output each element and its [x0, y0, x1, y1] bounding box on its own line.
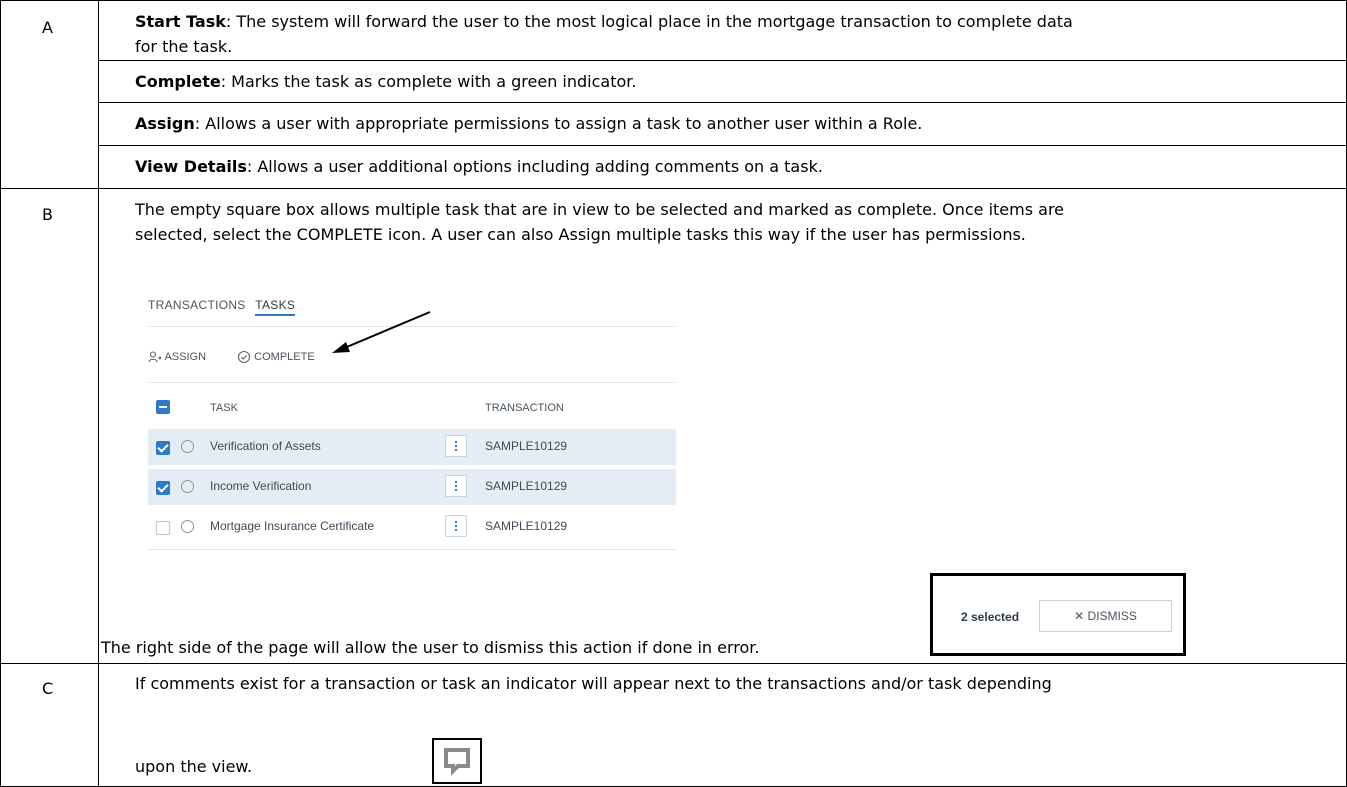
complete-description: Complete: Marks the task as complete wit…: [135, 69, 636, 94]
row-letter-a: A: [42, 18, 53, 37]
task-name[interactable]: Income Verification: [210, 479, 311, 493]
row-checkbox[interactable]: [156, 521, 170, 535]
column-divider: [98, 0, 99, 787]
row-c-line-1: If comments exist for a transaction or t…: [135, 674, 1052, 693]
row-a-sep-1: [98, 60, 1346, 61]
dismiss-label: DISMISS: [1087, 609, 1137, 623]
row-checkbox[interactable]: [156, 481, 170, 495]
selected-count: 2 selected: [961, 610, 1020, 624]
dismiss-button[interactable]: ✕ DISMISS: [1039, 600, 1172, 632]
row-a-sep-3: [98, 145, 1346, 146]
row-c-line-2: upon the view.: [135, 757, 253, 776]
close-icon: ✕: [1074, 609, 1085, 623]
row-divider-bc: [0, 663, 1346, 664]
table-row[interactable]: Mortgage Insurance Certificate SAMPLE101…: [148, 509, 676, 545]
table-border-top: [0, 0, 1346, 1]
more-options-icon[interactable]: [445, 475, 467, 497]
view-details-description: View Details: Allows a user additional o…: [135, 154, 823, 179]
complete-button[interactable]: COMPLETE: [237, 350, 329, 364]
status-circle-icon[interactable]: [181, 520, 194, 533]
assign-description: Assign: Allows a user with appropriate p…: [135, 111, 922, 136]
check-circle-icon: [238, 350, 251, 364]
view-details-text: : Allows a user additional options inclu…: [246, 157, 823, 176]
row-b-line-2: selected, select the COMPLETE icon. A us…: [135, 225, 1026, 244]
status-circle-icon[interactable]: [181, 480, 194, 493]
comment-icon: [444, 748, 470, 776]
document-table: A Start Task: The system will forward th…: [0, 0, 1347, 787]
transaction-id[interactable]: SAMPLE10129: [485, 439, 567, 453]
row-a-sep-2: [98, 102, 1346, 103]
column-header-transaction: TRANSACTION: [485, 402, 564, 414]
more-options-icon[interactable]: [445, 515, 467, 537]
table-bottom-separator: [148, 549, 676, 550]
task-name[interactable]: Mortgage Insurance Certificate: [210, 519, 374, 533]
transaction-id[interactable]: SAMPLE10129: [485, 519, 567, 533]
assign-button[interactable]: ASSIGN: [148, 351, 223, 363]
row-b-line-1: The empty square box allows multiple tas…: [135, 200, 1065, 219]
assign-icon: [148, 351, 162, 363]
row-divider-ab: [0, 188, 1346, 189]
annotation-arrow-icon: [332, 311, 431, 353]
start-task-text-cont: for the task.: [135, 37, 233, 56]
dismiss-callout: 2 selected ✕ DISMISS: [930, 573, 1186, 656]
task-name[interactable]: Verification of Assets: [210, 439, 321, 453]
tab-bar: TRANSACTIONS TASKS: [148, 298, 301, 316]
table-row[interactable]: Verification of Assets SAMPLE10129: [148, 429, 676, 465]
row-letter-c: C: [42, 679, 54, 698]
more-options-icon[interactable]: [445, 435, 467, 457]
start-task-text: : The system will forward the user to th…: [225, 12, 1073, 31]
start-task-term: Start Task: [135, 12, 226, 31]
complete-label: COMPLETE: [254, 350, 315, 363]
comment-indicator: [432, 738, 482, 784]
assign-label: ASSIGN: [164, 350, 207, 363]
row-b-note: The right side of the page will allow th…: [101, 638, 760, 657]
table-border-left: [0, 0, 1, 787]
transaction-id[interactable]: SAMPLE10129: [485, 479, 567, 493]
toolbar-separator: [148, 382, 676, 383]
row-checkbox[interactable]: [156, 441, 170, 455]
complete-text: : Marks the task as complete with a gree…: [220, 72, 637, 91]
status-circle-icon[interactable]: [181, 440, 194, 453]
column-header-task: TASK: [210, 402, 238, 414]
assign-term: Assign: [135, 114, 195, 133]
tab-tasks[interactable]: TASKS: [255, 298, 296, 316]
bulk-toolbar: ASSIGN COMPLETE: [148, 350, 343, 364]
assign-text: : Allows a user with appropriate permiss…: [194, 114, 923, 133]
select-all-checkbox[interactable]: [156, 400, 170, 414]
view-details-term: View Details: [135, 157, 247, 176]
tab-transactions[interactable]: TRANSACTIONS: [148, 298, 246, 312]
row-letter-b: B: [42, 205, 53, 224]
start-task-description: Start Task: The system will forward the …: [135, 9, 1335, 59]
table-row[interactable]: Income Verification SAMPLE10129: [148, 469, 676, 505]
complete-term: Complete: [135, 72, 221, 91]
